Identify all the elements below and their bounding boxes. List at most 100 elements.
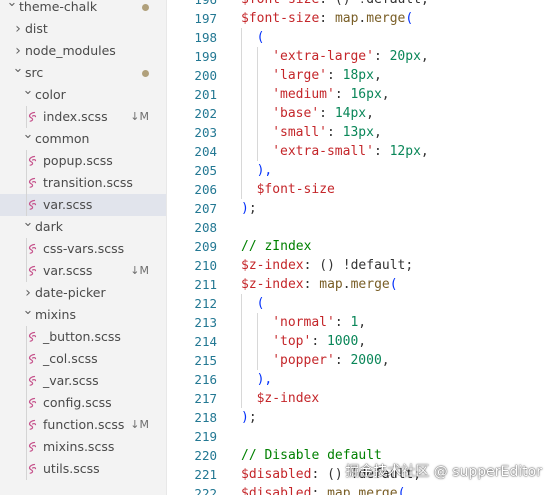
scss-file-icon [28, 397, 37, 408]
git-modified-dot [142, 4, 149, 11]
code-line[interactable]: 219 [167, 427, 552, 446]
folder-item-node-modules[interactable]: › node_modules [0, 40, 166, 62]
code-line[interactable]: 201 'medium': 16px, [167, 85, 552, 104]
code-line[interactable]: 213 'normal': 1, [167, 313, 552, 332]
code-line[interactable]: 200 'large': 18px, [167, 66, 552, 85]
code-token: : () !default; [319, 0, 429, 7]
code-line[interactable]: 196 $font-size: () !default; [167, 0, 552, 9]
code-line[interactable]: 211 $z-index: map.merge( [167, 275, 552, 294]
file-item-button-scss[interactable]: _button.scss [0, 326, 166, 348]
code-token: 'small' [272, 125, 327, 140]
code-line[interactable]: 202 'base': 14px, [167, 104, 552, 123]
indent-guide [26, 238, 27, 282]
code-token: $font-size [241, 0, 319, 7]
code-token: $disabled [241, 467, 312, 482]
code-token: : [319, 11, 335, 26]
explorer-sidebar: ⌄ theme-chalk › dist › node_modules ⌄ src ⌄ color… [0, 0, 167, 495]
chevron-down-icon[interactable]: ⌄ [22, 212, 34, 234]
code-text: 'extra-large': 20px, [272, 47, 429, 66]
folder-item-dark[interactable]: ⌄ dark [0, 215, 166, 238]
chevron-down-icon[interactable]: ⌄ [22, 300, 34, 322]
code-line[interactable]: 217 $z-index [167, 389, 552, 408]
tree-item-label: common [35, 131, 90, 146]
indent-guide [256, 142, 258, 161]
code-text: 'base': 14px, [272, 104, 374, 123]
code-line[interactable]: 222 $disabled: map.merge( [167, 484, 552, 495]
indent-guide [241, 389, 242, 408]
code-token: ) [241, 201, 249, 216]
code-line[interactable]: 205), [167, 161, 552, 180]
folder-item-color[interactable]: ⌄ color [0, 83, 166, 106]
line-number: 221 [194, 467, 217, 482]
code-token: , [420, 49, 429, 64]
line-number: 214 [194, 334, 217, 349]
chevron-down-icon[interactable]: ⌄ [12, 58, 24, 80]
code-line[interactable]: 210 $z-index: () !default; [167, 256, 552, 275]
file-item-col-scss[interactable]: _col.scss [0, 348, 166, 370]
git-status-badge: ↓M [130, 418, 149, 431]
code-line[interactable]: 208 [167, 218, 552, 237]
chevron-right-icon[interactable]: › [12, 18, 24, 40]
line-number: 208 [194, 220, 217, 235]
folder-item-dist[interactable]: › dist [0, 18, 166, 40]
file-item-var-scss[interactable]: var.scss ↓M [0, 260, 166, 282]
code-line[interactable]: 206 $font-size [167, 180, 552, 199]
file-item-transition-scss[interactable]: transition.scss [0, 172, 166, 194]
code-line[interactable]: 209 // zIndex [167, 237, 552, 256]
file-item-function-scss[interactable]: function.scss ↓M [0, 414, 166, 436]
scss-file-icon [28, 243, 37, 254]
code-token: , [381, 353, 390, 368]
code-token: ( [256, 30, 265, 45]
code-line[interactable]: 212 ( [167, 294, 552, 313]
code-line[interactable]: 216), [167, 370, 552, 389]
code-line[interactable]: 203 'small': 13px, [167, 123, 552, 142]
code-token: : [334, 87, 351, 102]
file-item-var-scss[interactable]: _var.scss [0, 370, 166, 392]
file-item-css-vars-scss[interactable]: css-vars.scss [0, 238, 166, 260]
tree-item-label: dist [25, 21, 48, 36]
indent-guide [241, 66, 242, 85]
code-token: 20px [389, 49, 421, 64]
code-token: , [358, 315, 367, 330]
line-number: 210 [194, 258, 217, 273]
tree-item-label: theme-chalk [19, 0, 98, 14]
folder-item-common[interactable]: ⌄ common [0, 127, 166, 150]
code-line[interactable]: 197 $font-size: map.merge( [167, 9, 552, 28]
chevron-down-icon[interactable]: ⌄ [22, 124, 34, 146]
code-token: map [327, 486, 351, 495]
code-token: : [319, 106, 335, 121]
tree-item-label: css-vars.scss [43, 241, 125, 256]
code-line[interactable]: 215 'popper': 2000, [167, 351, 552, 370]
file-item-mixins-scss[interactable]: mixins.scss [0, 436, 166, 458]
chevron-down-icon[interactable]: ⌄ [22, 80, 34, 102]
folder-item-theme-chalk[interactable]: ⌄ theme-chalk [0, 0, 166, 18]
file-item-utils-scss[interactable]: utils.scss [0, 458, 166, 480]
code-line[interactable]: 214 'top': 1000, [167, 332, 552, 351]
code-token: : [311, 486, 328, 495]
code-editor[interactable]: 196$font-size: () !default;197$font-size… [167, 0, 552, 495]
folder-item-mixins[interactable]: ⌄ mixins [0, 303, 166, 326]
line-number: 211 [194, 277, 217, 292]
scss-file-icon [28, 419, 37, 430]
code-line[interactable]: 204 'extra-small': 12px, [167, 142, 552, 161]
code-token: 2000 [350, 353, 382, 368]
indent-guide [256, 104, 258, 123]
indent-guide [241, 294, 242, 313]
indent-guide [256, 313, 258, 332]
code-token: 'popper' [272, 353, 335, 368]
file-item-popup-scss[interactable]: popup.scss [0, 150, 166, 172]
code-text: ), [257, 370, 273, 389]
code-line[interactable]: 207); [167, 199, 552, 218]
file-item-config-scss[interactable]: config.scss [0, 392, 166, 414]
chevron-down-icon[interactable]: ⌄ [6, 0, 18, 14]
line-number: 222 [194, 486, 217, 495]
git-status-badge: ↓M [130, 110, 149, 123]
code-token: , [381, 87, 390, 102]
tree-item-label: dark [35, 219, 63, 234]
code-line[interactable]: 198 ( [167, 28, 552, 47]
scss-file-icon [28, 265, 37, 276]
code-line[interactable]: 199 'extra-large': 20px, [167, 47, 552, 66]
code-token: : [311, 334, 327, 349]
code-line[interactable]: 218); [167, 408, 552, 427]
code-text: $z-index: map.merge( [241, 275, 398, 294]
